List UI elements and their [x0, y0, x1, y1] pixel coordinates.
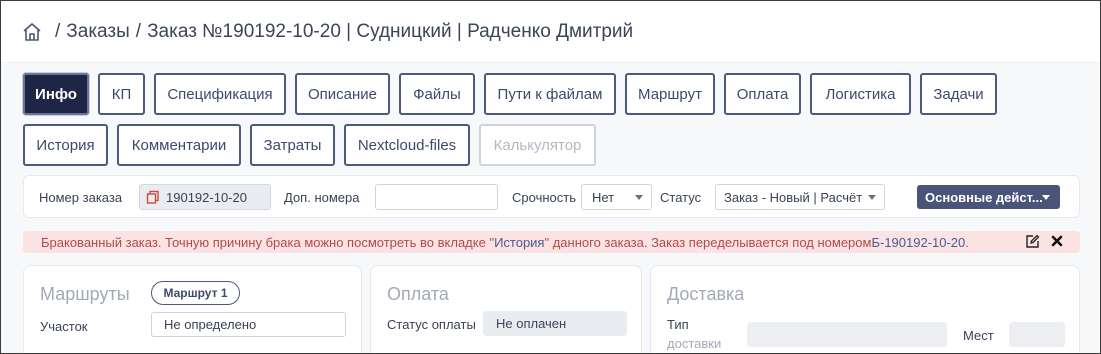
delivery-type-label-line2: доставки: [667, 336, 722, 351]
tab-history[interactable]: История: [23, 124, 108, 166]
section-select[interactable]: Не определено: [151, 312, 346, 337]
tab-kp[interactable]: КП: [98, 73, 145, 115]
tab-file-paths[interactable]: Пути к файлам: [484, 73, 616, 115]
places-input[interactable]: [1009, 322, 1065, 347]
extra-numbers-input[interactable]: [375, 184, 498, 210]
tab-info[interactable]: Инфо: [23, 73, 89, 115]
edit-icon[interactable]: [1025, 234, 1040, 252]
tab-specification[interactable]: Спецификация: [154, 73, 286, 115]
payment-status-field: Не оплачен: [483, 311, 627, 336]
status-label: Статус: [660, 190, 702, 205]
main-actions-label: Основные дейст...: [925, 189, 1043, 205]
alert-order-link[interactable]: Б-190192-10-20: [871, 235, 965, 250]
tab-comments[interactable]: Комментарии: [117, 124, 241, 166]
urgency-select[interactable]: Нет: [581, 184, 652, 210]
defect-alert: Бракованный заказ. Точную причину брака …: [23, 231, 1080, 253]
alert-text-before: Бракованный заказ. Точную причину брака …: [41, 234, 495, 250]
payment-card-title: Оплата: [387, 284, 449, 304]
delivery-card-title: Доставка: [667, 284, 745, 304]
breadcrumb-orders-link[interactable]: Заказы: [66, 21, 130, 43]
tab-tasks[interactable]: Задачи: [920, 73, 997, 115]
payment-card: Оплата Статус оплаты Не оплачен: [370, 265, 642, 353]
main-actions-button[interactable]: Основные дейст...: [917, 185, 1060, 209]
home-icon[interactable]: [21, 21, 43, 43]
breadcrumb-current: Заказ №190192-10-20 | Судницкий | Радчен…: [147, 20, 634, 42]
page-header: / Заказы / Заказ №190192-10-20 | Судницк…: [1, 1, 1100, 63]
tab-files[interactable]: Файлы: [399, 73, 475, 115]
extra-numbers-label: Доп. номера: [284, 190, 360, 205]
order-number-label: Номер заказа: [39, 190, 123, 205]
route-1-button[interactable]: Маршрут 1: [151, 281, 240, 305]
tab-nextcloud-files[interactable]: Nextcloud-files: [344, 124, 470, 166]
tab-description[interactable]: Описание: [295, 73, 390, 115]
alert-actions: [1025, 234, 1064, 252]
chevron-down-icon: [635, 195, 643, 200]
alert-text-after: .: [965, 234, 969, 250]
tab-route[interactable]: Маршрут: [625, 73, 715, 115]
breadcrumb-separator: /: [135, 20, 142, 42]
chevron-down-icon: [868, 195, 876, 200]
delivery-type-select[interactable]: [747, 322, 947, 347]
copy-icon[interactable]: [146, 190, 160, 204]
urgency-value: Нет: [592, 189, 615, 205]
delivery-card: Доставка Тип доставки Мест: [650, 265, 1080, 353]
routes-card-title: Маршруты: [40, 284, 130, 304]
status-select[interactable]: Заказ - Новый | Расчёт: [715, 184, 885, 210]
breadcrumb-separator: /: [55, 20, 61, 42]
tab-logistics[interactable]: Логистика: [810, 73, 911, 115]
routes-card: Маршруты Маршрут 1 Участок Не определено: [23, 265, 362, 353]
order-form-bar: Номер заказа 190192-10-20 Доп. номера Ср…: [23, 175, 1080, 218]
breadcrumb: / Заказы / Заказ №190192-10-20 | Судницк…: [49, 21, 633, 43]
chevron-down-icon: [1042, 195, 1050, 200]
places-label: Мест: [963, 328, 994, 343]
order-number-value: 190192-10-20: [166, 189, 247, 205]
urgency-label: Срочность: [512, 190, 576, 205]
delivery-type-label: Тип: [667, 317, 689, 332]
alert-text-middle: " данного заказа. Заказ переделывается п…: [544, 234, 872, 250]
tab-costs[interactable]: Затраты: [250, 124, 335, 166]
status-value: Заказ - Новый | Расчёт: [724, 189, 863, 205]
section-label: Участок: [40, 319, 88, 334]
alert-history-link[interactable]: История: [494, 235, 544, 250]
payment-status-label: Статус оплаты: [387, 317, 476, 332]
app-window: / Заказы / Заказ №190192-10-20 | Судницк…: [0, 0, 1101, 354]
close-icon[interactable]: [1050, 234, 1064, 252]
order-number-field[interactable]: 190192-10-20: [139, 184, 271, 210]
tab-calculator: Калькулятор: [479, 124, 596, 166]
tab-payment[interactable]: Оплата: [724, 73, 801, 115]
